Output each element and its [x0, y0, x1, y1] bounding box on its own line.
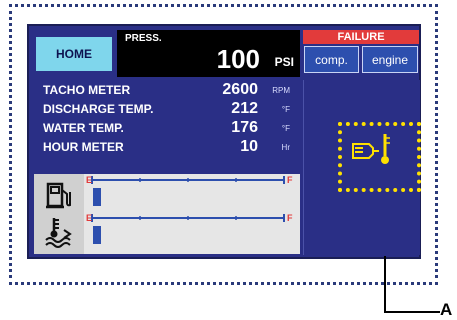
fuel-level-fill	[93, 188, 101, 206]
callout-line-horizontal	[384, 311, 440, 313]
gauge-list: TACHO METER 2600 RPM DISCHARGE TEMP. 212…	[34, 80, 300, 176]
gauge-row-discharge-temp: DISCHARGE TEMP. 212 °F	[34, 100, 300, 119]
gauge-value: 176	[231, 119, 258, 136]
gauge-row-water-temp: WATER TEMP. 176 °F	[34, 119, 300, 138]
gauge-row-tacho-meter: TACHO METER 2600 RPM	[34, 81, 300, 100]
failure-comp-button[interactable]: comp.	[304, 46, 359, 73]
callout-line-vertical	[384, 256, 386, 313]
gauge-label: DISCHARGE TEMP.	[43, 102, 154, 116]
callout-label: A	[440, 300, 453, 319]
failure-engine-button[interactable]: engine	[362, 46, 418, 73]
empty-label: E	[86, 175, 92, 185]
failure-title: FAILURE	[303, 30, 419, 44]
coolant-level-icon	[45, 218, 72, 248]
gauge-unit: Hr	[281, 143, 290, 152]
gauge-label: TACHO METER	[43, 83, 131, 97]
full-label: F	[287, 175, 293, 185]
highlight-warning-frame	[338, 122, 421, 192]
pressure-display: PRESS. 100 PSI	[117, 30, 300, 77]
gauge-unit: °F	[281, 105, 290, 114]
empty-label: E	[86, 213, 92, 223]
gauge-unit: RPM	[272, 86, 290, 95]
fuel-level-gauge: E F	[86, 175, 293, 206]
home-button[interactable]: HOME	[34, 35, 114, 73]
coolant-level-gauge: E F	[86, 213, 293, 244]
level-panel: E F E F	[34, 174, 300, 254]
gauge-unit: °F	[281, 124, 290, 133]
gauge-label: WATER TEMP.	[43, 121, 124, 135]
pressure-label: PRESS.	[125, 33, 162, 44]
gauge-row-hour-meter: HOUR METER 10 Hr	[34, 138, 300, 157]
gauge-value: 212	[231, 100, 258, 117]
gauge-value: 10	[240, 138, 258, 155]
gauge-label: HOUR METER	[43, 140, 124, 154]
coolant-level-fill	[93, 226, 101, 244]
pressure-value: 100	[216, 44, 260, 74]
pressure-unit: PSI	[274, 55, 294, 69]
fuel-pump-icon	[46, 182, 71, 209]
gauge-value: 2600	[222, 81, 258, 98]
full-label: F	[287, 213, 293, 223]
